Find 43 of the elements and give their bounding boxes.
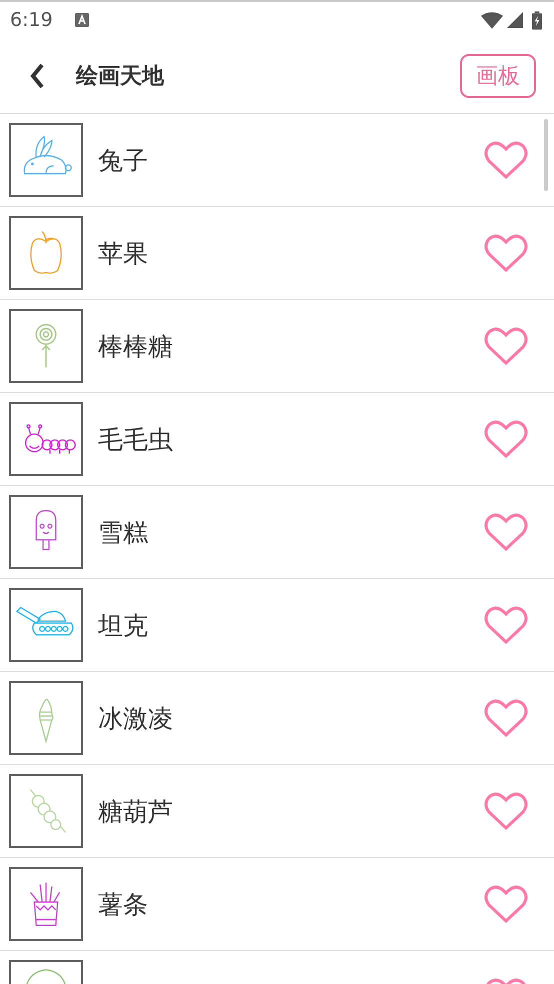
item-label: 坦克 — [98, 610, 148, 642]
list-item[interactable]: 薯条 — [0, 858, 554, 951]
heart-icon[interactable] — [484, 605, 528, 645]
heart-icon[interactable] — [484, 884, 528, 924]
rabbit-icon — [24, 136, 72, 174]
heart-icon[interactable] — [484, 698, 528, 738]
wifi-icon — [481, 12, 503, 28]
fries-icon — [30, 882, 60, 926]
list-item[interactable]: 棒棒糖 — [0, 300, 554, 393]
list-item[interactable]: 冰激凌 — [0, 672, 554, 765]
heart-icon[interactable] — [484, 140, 528, 180]
item-label: 冰激凌 — [98, 702, 173, 734]
list-item[interactable]: 雪糕 — [0, 486, 554, 579]
list-item[interactable]: 糖葫芦 — [0, 765, 554, 858]
skewer-icon — [30, 789, 66, 833]
status-time: 6:19 — [10, 9, 53, 31]
item-label: 兔子 — [98, 144, 148, 176]
ice-cream-icon — [38, 698, 54, 744]
keyboard-notification-icon — [74, 13, 89, 27]
popsicle-icon — [36, 510, 56, 550]
item-label: 雪糕 — [98, 516, 148, 548]
heart-icon[interactable] — [484, 791, 528, 831]
heart-icon[interactable] — [484, 326, 528, 366]
item-label: 糖葫芦 — [98, 796, 173, 828]
lollipop-icon — [36, 324, 56, 368]
list-item[interactable]: 坦克 — [0, 579, 554, 672]
heart-icon[interactable] — [484, 233, 528, 273]
scrollbar — [544, 119, 548, 191]
item-label: 薯条 — [98, 888, 148, 920]
tank-icon — [16, 606, 74, 636]
list-item[interactable]: 毛毛虫 — [0, 393, 554, 486]
item-label: 苹果 — [98, 238, 148, 270]
signal-icon — [507, 12, 523, 28]
caterpillar-icon — [24, 424, 76, 454]
heart-icon[interactable] — [484, 419, 528, 459]
back-icon[interactable] — [28, 62, 46, 90]
item-label: 棒棒糖 — [98, 330, 173, 362]
battery-icon — [532, 10, 542, 30]
item-label: 毛毛虫 — [98, 424, 173, 456]
apple-icon — [30, 230, 62, 274]
list-item[interactable]: 苹果 — [0, 207, 554, 300]
heart-icon[interactable] — [484, 512, 528, 552]
page-title: 绘画天地 — [76, 62, 164, 90]
